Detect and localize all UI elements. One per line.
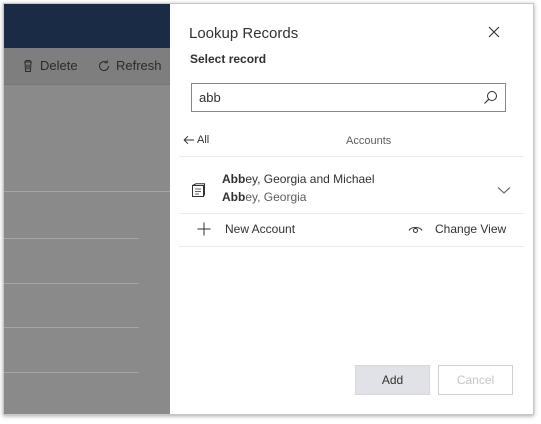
grid-row-line [4, 238, 139, 239]
search-icon[interactable] [483, 90, 498, 105]
grid-row-line [4, 283, 139, 284]
new-account-label: New Account [225, 222, 296, 236]
refresh-icon [99, 59, 110, 71]
cancel-button[interactable]: Cancel [438, 365, 513, 395]
secondary-name-rest: ey, Georgia [245, 190, 307, 204]
entity-label: Accounts [346, 135, 392, 147]
account-record-icon [192, 183, 205, 197]
change-view-label: Change View [435, 222, 507, 236]
result-primary-name: Abbey, Georgia and Michael [222, 172, 375, 186]
command-bar: Delete Refresh [4, 48, 170, 85]
new-account-button[interactable]: New Account [197, 222, 295, 236]
dialog-subtitle: Select record [190, 52, 267, 66]
trash-icon [24, 59, 32, 72]
delete-command-label: Delete [40, 58, 78, 73]
lookup-records-panel: Lookup Records Select record All Account… [170, 4, 533, 414]
grid-divider [4, 191, 170, 192]
search-box [191, 83, 506, 112]
lookup-actions: New Account Change View [179, 214, 524, 246]
primary-name-rest: ey, Georgia and Michael [245, 172, 375, 186]
back-to-all-button[interactable]: All [183, 134, 209, 146]
background-app-overlay: Delete Refresh [4, 4, 170, 414]
back-all-label: All [197, 134, 210, 146]
result-secondary-name: Abbey, Georgia [222, 190, 306, 204]
app-top-bar [4, 4, 170, 48]
refresh-command[interactable]: Refresh [97, 58, 162, 73]
app-window: Delete Refresh Lookup Records Select rec… [3, 3, 534, 415]
refresh-command-label: Refresh [116, 58, 162, 73]
arrow-left-icon [183, 135, 194, 145]
match-highlight: Abb [222, 190, 246, 204]
change-view-button[interactable]: Change View [408, 222, 506, 236]
close-icon[interactable] [486, 24, 502, 40]
chevron-down-icon[interactable] [497, 185, 511, 195]
search-input[interactable] [192, 84, 481, 111]
match-highlight: Abb [222, 172, 246, 186]
eye-icon [408, 227, 423, 233]
results-list: Abbey, Georgia and Michael Abbey, Georgi… [179, 156, 524, 247]
grid-row-line [4, 327, 139, 328]
lookup-navigation: All Accounts [183, 132, 513, 150]
add-button[interactable]: Add [355, 365, 430, 395]
dialog-title: Lookup Records [189, 25, 299, 42]
grid-row-line [4, 372, 139, 373]
delete-command[interactable]: Delete [21, 58, 78, 73]
plus-icon [197, 222, 211, 236]
list-item[interactable]: Abbey, Georgia and Michael Abbey, Georgi… [179, 157, 524, 214]
